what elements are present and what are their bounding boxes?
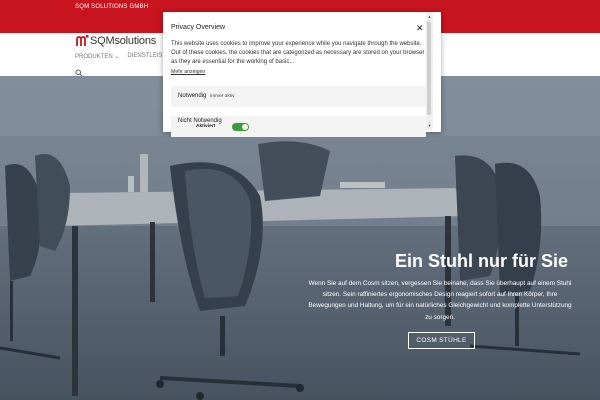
not-necessary-toggle[interactable] [232, 123, 249, 131]
nav-item-produkten[interactable]: PRODUKTEN ⌄ [75, 53, 119, 60]
toggle-knob [242, 124, 248, 130]
category-status: Aktiviert [196, 124, 216, 129]
privacy-overview-modal: Privacy Overview ✕ This website uses coo… [163, 12, 441, 137]
show-more-link[interactable]: Mehr anzeigen [171, 69, 205, 75]
modal-scrollbar[interactable]: ▲ ▼ [426, 12, 433, 130]
site-logo[interactable]: SQMsolutions [76, 35, 156, 47]
cookie-category-not-necessary[interactable]: Nicht Notwendig Aktiviert [171, 116, 426, 137]
hero-title: Ein Stuhl nur für Sie [394, 251, 568, 271]
category-label: Notwendig [178, 93, 207, 99]
modal-body-text: This website uses cookies to improve you… [171, 41, 425, 66]
scroll-up-icon[interactable]: ▲ [426, 13, 433, 21]
company-name: SQM SOLUTIONS GMBH [75, 4, 149, 10]
scroll-down-icon[interactable]: ▼ [426, 122, 433, 130]
cosm-chairs-button[interactable]: COSM STÜHLE [408, 332, 475, 349]
hero-description: Wenn Sie auf dem Cosm sitzen, vergessen … [308, 280, 572, 321]
category-status: immer aktiv [210, 94, 235, 99]
sqm-logo-icon [76, 35, 89, 46]
modal-title: Privacy Overview [171, 24, 226, 31]
close-icon[interactable]: ✕ [416, 24, 424, 33]
category-label-wrapper: Notwendig immer aktiv [178, 93, 235, 99]
cookie-category-necessary[interactable]: Notwendig immer aktiv [171, 86, 426, 107]
brand-name: SQMsolutions [90, 35, 157, 47]
scrollbar-thumb[interactable] [427, 22, 431, 115]
